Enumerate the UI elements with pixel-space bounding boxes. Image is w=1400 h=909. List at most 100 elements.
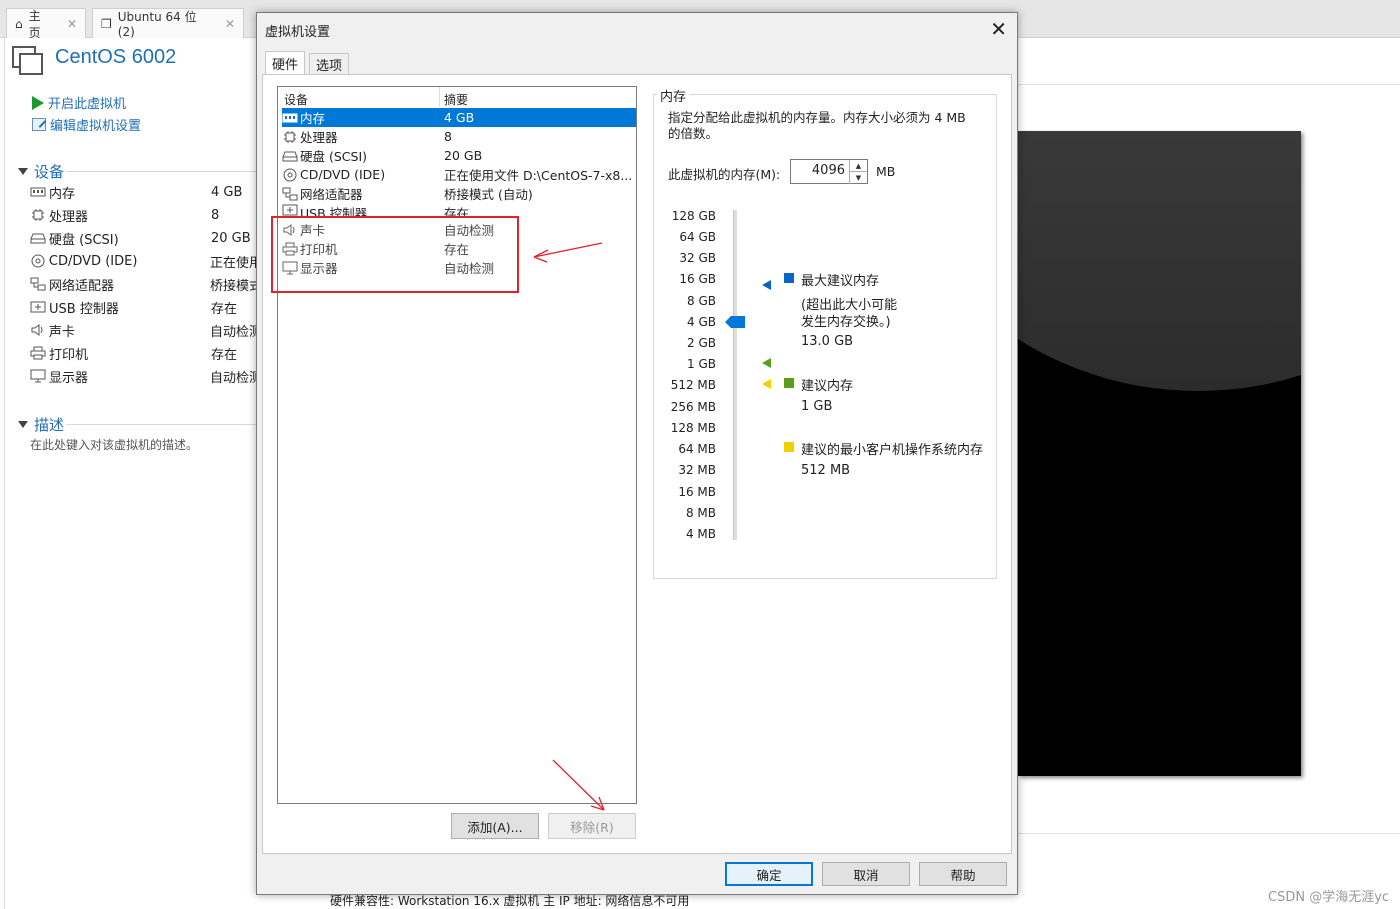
power-on-link[interactable]: 开启此虚拟机 — [32, 93, 126, 112]
help-button[interactable]: 帮助 — [919, 862, 1007, 886]
network-icon — [282, 187, 298, 200]
device-name: 网络适配器 — [49, 278, 115, 294]
vm-screen-preview[interactable] — [1018, 131, 1301, 776]
scale-label: 1 GB — [687, 357, 716, 371]
divider — [66, 424, 262, 425]
devices-section-toggle[interactable]: 设备 — [18, 161, 64, 182]
description-placeholder[interactable]: 在此处键入对该虚拟机的描述。 — [30, 436, 198, 453]
dialog-title: 虚拟机设置 — [265, 25, 331, 40]
max-memory-marker-icon — [762, 280, 771, 290]
scale-label: 4 MB — [685, 527, 716, 541]
device-name: CD/DVD (IDE) — [48, 253, 138, 269]
device-summary: 4 GB — [444, 110, 475, 125]
device-name: 内存 — [300, 108, 444, 127]
tab-ubuntu[interactable]: ❐ Ubuntu 64 位 (2) ✕ — [92, 8, 244, 39]
sound-icon — [30, 323, 46, 337]
close-icon[interactable]: ✕ — [225, 17, 235, 31]
device-name: 处理器 — [49, 209, 89, 225]
stepper-up-icon[interactable]: ▲ — [849, 160, 867, 172]
vm-title: CentOS 6002 — [55, 46, 177, 68]
scale-label: 16 GB — [679, 272, 716, 286]
device-name: 内存 — [49, 186, 76, 202]
recommended-memory-marker-icon — [762, 358, 771, 368]
device-row-sound[interactable]: 声卡 自动检测 — [30, 319, 262, 341]
collapse-triangle-icon — [18, 168, 28, 175]
scale-label: 128 MB — [670, 421, 716, 435]
divider — [1018, 833, 1400, 834]
memory-value[interactable]: 4096 — [812, 163, 845, 178]
description-section-toggle[interactable]: 描述 — [18, 414, 64, 435]
scale-label: 32 MB — [678, 463, 716, 477]
dialog-device-memory[interactable]: 内存 4 GB — [282, 108, 636, 127]
dialog-device-cdrom[interactable]: CD/DVD (IDE) 正在使用文件 D:\CentOS-7-x8... — [282, 165, 636, 184]
recommended-memory-title: 建议内存 — [801, 379, 854, 394]
power-on-label: 开启此虚拟机 — [48, 97, 127, 112]
edit-settings-link[interactable]: 编辑虚拟机设置 — [32, 115, 141, 134]
device-row-cpu[interactable]: 处理器 8 — [30, 204, 262, 226]
column-separator — [439, 87, 440, 107]
divider — [66, 171, 262, 172]
device-value: 正在使用 — [209, 255, 262, 271]
min-memory-title: 建议的最小客户机操作系统内存 — [801, 443, 984, 458]
vm-tab-icon: ❐ — [101, 16, 112, 31]
device-value: 4 GB — [211, 184, 243, 200]
stepper-down-icon[interactable]: ▼ — [849, 172, 867, 184]
tab-hardware[interactable]: 硬件 — [265, 51, 306, 75]
device-value: 20 GB — [211, 230, 251, 246]
highlight-box — [271, 216, 519, 293]
device-row-cdrom[interactable]: CD/DVD (IDE) 正在使用 — [30, 250, 262, 272]
memory-description: 指定分配给此虚拟机的内存量。内存大小必须为 4 MB 的倍数。 — [668, 110, 966, 141]
close-icon[interactable]: ✕ — [990, 17, 1007, 41]
dialog-device-harddisk[interactable]: 硬盘 (SCSI) 20 GB — [282, 146, 636, 165]
device-row-display[interactable]: 显示器 自动检测 — [30, 365, 262, 387]
device-row-network[interactable]: 网络适配器 桥接模式 — [30, 273, 262, 295]
memory-icon — [30, 185, 46, 199]
tab-home-label: 主页 — [28, 8, 41, 40]
scale-label: 128 GB — [671, 209, 716, 223]
add-device-button[interactable]: 添加(A)... — [451, 813, 539, 839]
cancel-button[interactable]: 取消 — [822, 862, 910, 886]
recommended-memory-legend-icon — [784, 378, 794, 388]
dialog-device-usb[interactable]: USB 控制器 存在 — [282, 203, 636, 217]
divider — [1018, 84, 1400, 85]
cdrom-icon — [282, 168, 298, 181]
display-icon — [30, 369, 46, 383]
recommended-memory-value: 1 GB — [801, 399, 833, 414]
tab-options[interactable]: 选项 — [309, 53, 350, 75]
memory-stepper[interactable]: 4096 ▲ ▼ — [790, 159, 868, 184]
scale-label: 256 MB — [670, 400, 716, 414]
memory-slider-track[interactable] — [733, 210, 737, 540]
device-row-printer[interactable]: 打印机 存在 — [30, 342, 262, 364]
device-row-usb[interactable]: USB 控制器 存在 — [30, 296, 262, 318]
close-icon[interactable]: ✕ — [67, 17, 77, 31]
scale-label: 8 MB — [685, 506, 716, 520]
dialog-device-cpu[interactable]: 处理器 8 — [282, 127, 636, 146]
watermark: CSDN @学海无涯yc — [1268, 890, 1390, 905]
device-value: 自动检测 — [209, 324, 262, 340]
device-summary: 桥接模式 (自动) — [444, 187, 533, 202]
memory-icon — [282, 111, 298, 124]
cpu-icon — [282, 130, 298, 143]
column-device[interactable]: 设备 — [284, 91, 308, 108]
dialog-device-network[interactable]: 网络适配器 桥接模式 (自动) — [282, 184, 636, 203]
column-summary[interactable]: 摘要 — [444, 91, 468, 108]
usb-icon — [30, 300, 46, 314]
device-list-header: 设备 摘要 — [278, 87, 636, 107]
scale-label: 32 GB — [679, 251, 716, 265]
ok-button[interactable]: 确定 — [725, 862, 813, 886]
memory-label: 此虚拟机的内存(M): — [668, 167, 781, 182]
scale-label: 512 MB — [670, 378, 716, 392]
remove-device-button[interactable]: 移除(R) — [548, 813, 636, 839]
cdrom-icon — [30, 254, 46, 268]
device-row-harddisk[interactable]: 硬盘 (SCSI) 20 GB — [30, 227, 262, 249]
max-memory-title: 最大建议内存 — [801, 274, 880, 289]
usb-icon — [282, 203, 298, 216]
device-name: 显示器 — [49, 370, 89, 386]
cpu-icon — [30, 208, 46, 222]
device-summary: 存在 — [444, 206, 470, 217]
device-name: CD/DVD (IDE) — [300, 167, 386, 182]
device-value: 8 — [211, 207, 220, 223]
device-row-memory[interactable]: 内存 4 GB — [30, 181, 262, 203]
tab-home[interactable]: ⌂ 主页 ✕ — [6, 8, 86, 40]
scale-label: 64 MB — [678, 442, 716, 456]
